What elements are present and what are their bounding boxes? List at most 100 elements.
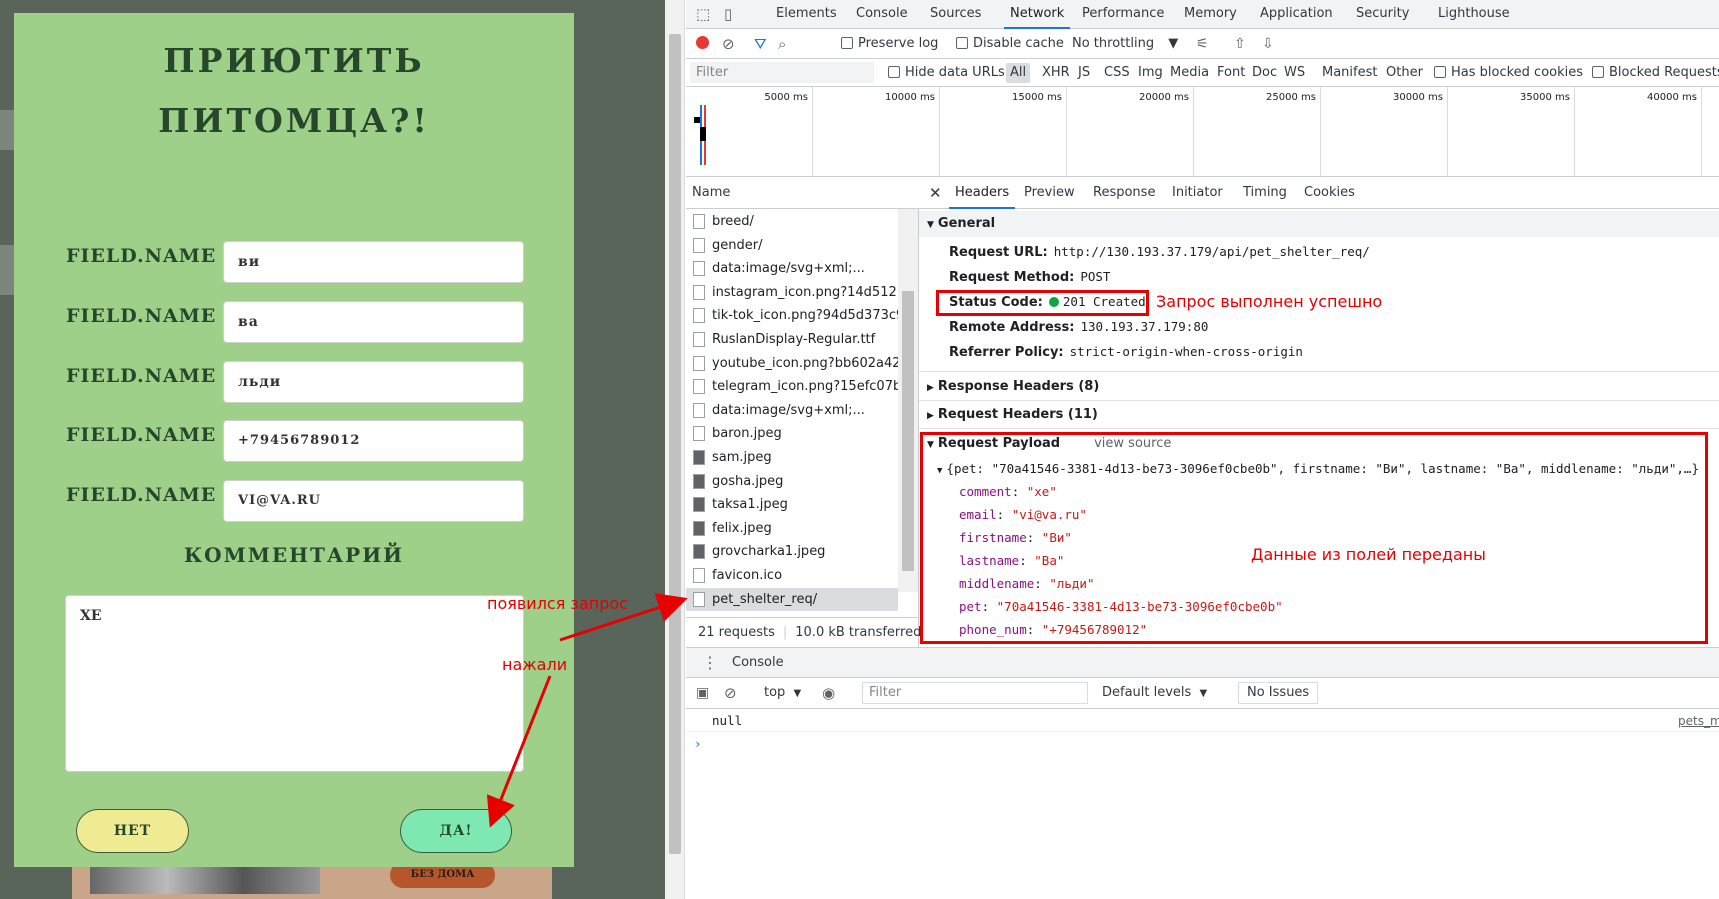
file-icon bbox=[693, 426, 705, 442]
tab-timing[interactable]: Timing bbox=[1243, 177, 1287, 209]
clear-console-icon[interactable]: ⊘ bbox=[724, 678, 737, 708]
tab-headers[interactable]: Headers bbox=[949, 177, 1016, 209]
referrer-policy-row: Referrer Policy: strict-origin-when-cross… bbox=[949, 342, 1303, 363]
preserve-log-checkbox[interactable]: Preserve log bbox=[841, 29, 938, 59]
lastname-input[interactable]: ва bbox=[223, 301, 524, 343]
tab-security[interactable]: Security bbox=[1356, 0, 1409, 29]
request-row[interactable]: instagram_icon.png?14d5121a3 bbox=[686, 281, 898, 305]
tab-preview[interactable]: Preview bbox=[1024, 177, 1075, 209]
type-filter-all[interactable]: All bbox=[1006, 63, 1031, 83]
inspect-element-icon[interactable]: ⬚ bbox=[696, 0, 710, 28]
throttling-select[interactable]: No throttling ▼ bbox=[1072, 29, 1178, 59]
request-row[interactable]: tik-tok_icon.png?94d5d373c93 bbox=[686, 304, 898, 328]
request-row[interactable]: felix.jpeg bbox=[686, 517, 898, 541]
page-scrollbar[interactable] bbox=[665, 0, 685, 899]
tab-response[interactable]: Response bbox=[1093, 177, 1155, 209]
filter-icon[interactable]: ⛛ bbox=[754, 29, 767, 59]
request-row[interactable]: data:image/svg+xml;... bbox=[686, 257, 898, 281]
console-log-value: null bbox=[712, 713, 743, 728]
request-row[interactable]: data:image/svg+xml;... bbox=[686, 399, 898, 423]
general-section-toggle[interactable]: ▼ General bbox=[919, 211, 1719, 237]
request-row[interactable]: RuslanDisplay-Regular.ttf bbox=[686, 328, 898, 352]
network-filter-input[interactable]: Filter bbox=[690, 62, 874, 83]
disable-cache-checkbox[interactable]: Disable cache bbox=[956, 29, 1064, 59]
page-scrollbar-thumb[interactable] bbox=[669, 34, 681, 854]
request-list-scrollbar-thumb[interactable] bbox=[902, 291, 914, 571]
has-blocked-cookies-label: Has blocked cookies bbox=[1451, 65, 1584, 80]
devtools-tabbar: ⬚ ▯ Elements Console Sources Network Per… bbox=[686, 0, 1719, 29]
request-row-selected[interactable]: pet_shelter_req/ bbox=[686, 587, 898, 612]
eye-icon[interactable]: ◉ bbox=[822, 678, 835, 708]
tab-application[interactable]: Application bbox=[1260, 0, 1333, 29]
context-select[interactable]: top ▼ bbox=[764, 678, 801, 709]
blocked-requests-checkbox[interactable]: Blocked Requests bbox=[1592, 59, 1719, 87]
request-row[interactable]: taksa1.jpeg bbox=[686, 493, 898, 517]
request-row[interactable]: favicon.ico bbox=[686, 564, 898, 588]
request-row[interactable]: youtube_icon.png?bb602a427c bbox=[686, 352, 898, 376]
type-filter-other[interactable]: Other bbox=[1386, 59, 1423, 87]
phone-input[interactable]: +79456789012 bbox=[223, 420, 524, 462]
request-list-scrollbar[interactable] bbox=[898, 209, 918, 592]
tab-performance[interactable]: Performance bbox=[1082, 0, 1164, 29]
tab-initiator[interactable]: Initiator bbox=[1172, 177, 1223, 209]
chevron-down-icon: ▼ bbox=[793, 688, 802, 699]
request-headers-toggle[interactable]: ▶ Request Headers (11) bbox=[919, 402, 1719, 428]
yes-button[interactable]: ДА! bbox=[400, 809, 512, 853]
tab-sources[interactable]: Sources bbox=[930, 0, 981, 29]
type-filter-doc[interactable]: Doc bbox=[1252, 59, 1277, 87]
search-icon[interactable]: ⌕ bbox=[778, 29, 786, 59]
image-thumbnail-icon bbox=[693, 473, 705, 489]
network-overview[interactable]: 5000 ms 10000 ms 15000 ms 20000 ms 25000… bbox=[686, 87, 1719, 177]
requests-count: 21 requests bbox=[698, 625, 775, 640]
network-conditions-icon[interactable]: ⚟ bbox=[1196, 29, 1209, 59]
type-filter-media[interactable]: Media bbox=[1170, 59, 1209, 87]
type-filter-xhr[interactable]: XHR bbox=[1042, 59, 1070, 87]
request-row[interactable]: gosha.jpeg bbox=[686, 470, 898, 494]
type-filter-img[interactable]: Img bbox=[1138, 59, 1163, 87]
has-blocked-cookies-checkbox[interactable]: Has blocked cookies bbox=[1434, 59, 1583, 87]
request-row[interactable]: gender/ bbox=[686, 234, 898, 258]
image-file-icon bbox=[693, 355, 705, 371]
tab-elements[interactable]: Elements bbox=[776, 0, 837, 29]
type-filter-css[interactable]: CSS bbox=[1104, 59, 1130, 87]
request-row[interactable]: baron.jpeg bbox=[686, 422, 898, 446]
tab-console[interactable]: Console bbox=[856, 0, 908, 29]
firstname-input[interactable]: ви bbox=[223, 241, 524, 283]
export-har-icon[interactable]: ⇩ bbox=[1262, 29, 1274, 59]
middlename-input[interactable]: льди bbox=[223, 361, 524, 403]
sidebar-toggle-icon[interactable]: ▣ bbox=[696, 678, 709, 708]
log-levels-select[interactable]: Default levels ▼ bbox=[1102, 678, 1207, 709]
request-row[interactable]: grovcharka1.jpeg bbox=[686, 540, 898, 564]
record-icon[interactable] bbox=[696, 29, 709, 59]
tab-lighthouse[interactable]: Lighthouse bbox=[1438, 0, 1510, 29]
status-highlight-box bbox=[936, 290, 1149, 316]
device-toolbar-icon[interactable]: ▯ bbox=[724, 0, 732, 28]
import-har-icon[interactable]: ⇧ bbox=[1234, 29, 1246, 59]
request-row[interactable]: breed/ bbox=[686, 210, 898, 234]
request-list: Name breed/ gender/ data:image/svg+xml;.… bbox=[686, 177, 921, 647]
console-prompt[interactable]: › bbox=[686, 733, 1719, 755]
clear-icon[interactable]: ⊘ bbox=[722, 29, 735, 59]
prompt-chevron-icon: › bbox=[694, 736, 702, 751]
no-button[interactable]: НЕТ bbox=[76, 809, 189, 853]
console-log-source-link[interactable]: pets_ma bbox=[1678, 710, 1719, 732]
issues-button[interactable]: No Issues bbox=[1238, 682, 1319, 704]
close-icon[interactable]: ✕ bbox=[929, 177, 942, 209]
type-filter-ws[interactable]: WS bbox=[1284, 59, 1305, 87]
comment-textarea[interactable]: ХЕ bbox=[65, 595, 524, 772]
drawer-menu-icon[interactable]: ⋮ bbox=[702, 648, 718, 678]
tab-cookies[interactable]: Cookies bbox=[1304, 177, 1355, 209]
drawer-tab-console[interactable]: Console bbox=[726, 648, 790, 680]
request-list-header[interactable]: Name bbox=[686, 177, 919, 209]
tab-network[interactable]: Network bbox=[1004, 0, 1071, 29]
email-input[interactable]: VI@VA.RU bbox=[223, 480, 524, 522]
hide-data-urls-checkbox[interactable]: Hide data URLs bbox=[888, 59, 1005, 87]
request-row[interactable]: sam.jpeg bbox=[686, 446, 898, 470]
type-filter-manifest[interactable]: Manifest bbox=[1322, 59, 1377, 87]
request-row[interactable]: telegram_icon.png?15efc07b2fl bbox=[686, 375, 898, 399]
type-filter-js[interactable]: JS bbox=[1078, 59, 1090, 87]
response-headers-toggle[interactable]: ▶ Response Headers (8) bbox=[919, 374, 1719, 400]
type-filter-font[interactable]: Font bbox=[1217, 59, 1245, 87]
tab-memory[interactable]: Memory bbox=[1184, 0, 1237, 29]
console-filter-input[interactable]: Filter bbox=[862, 682, 1088, 704]
